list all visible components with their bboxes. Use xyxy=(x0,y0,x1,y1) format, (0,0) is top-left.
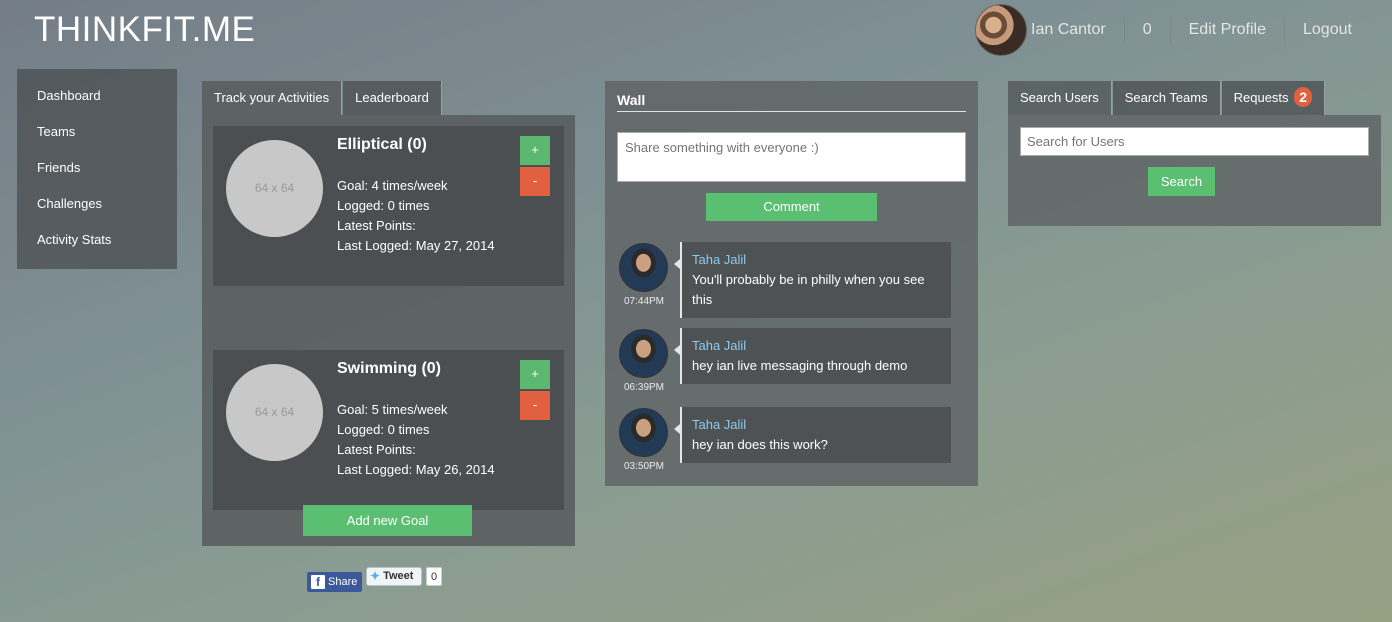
post-time: 03:50PM xyxy=(623,461,665,472)
decrement-button[interactable]: - xyxy=(520,391,550,420)
post-text: hey ian does this work? xyxy=(692,437,828,452)
brand-logo[interactable]: THINKFIT.ME xyxy=(34,10,255,50)
activity-image-placeholder: 64 x 64 xyxy=(226,140,323,237)
sidebar-item-friends[interactable]: Friends xyxy=(17,159,177,195)
activity-panel: Track your Activities Leaderboard 64 x 6… xyxy=(202,81,575,546)
share-label: Share xyxy=(328,576,358,588)
post-text: hey ian live messaging through demo xyxy=(692,358,908,373)
increment-button[interactable]: + xyxy=(520,136,550,165)
sidebar-item-teams[interactable]: Teams xyxy=(17,123,177,159)
increment-button[interactable]: + xyxy=(520,360,550,389)
activity-image-placeholder: 64 x 64 xyxy=(226,364,323,461)
post-text: You'll probably be in philly when you se… xyxy=(692,272,925,307)
activity-card-elliptical: 64 x 64 Elliptical (0) Goal: 4 times/wee… xyxy=(213,126,564,286)
sidebar-item-activity-stats[interactable]: Activity Stats xyxy=(17,231,177,267)
comment-button[interactable]: Comment xyxy=(706,193,877,221)
post-avatar[interactable] xyxy=(619,329,668,378)
tab-requests[interactable]: Requests 2 xyxy=(1221,81,1326,115)
activity-latest-points: Latest Points: xyxy=(337,442,416,457)
wall-panel: Wall Comment 07:44PM Taha Jalil You'll p… xyxy=(605,81,978,486)
wall-post: Taha Jalil hey ian live messaging throug… xyxy=(674,328,951,384)
tab-search-users[interactable]: Search Users xyxy=(1008,81,1112,115)
edit-profile-link[interactable]: Edit Profile xyxy=(1171,17,1285,43)
sidebar-item-challenges[interactable]: Challenges xyxy=(17,195,177,231)
search-panel: Search Users Search Teams Requests 2 Sea… xyxy=(1008,81,1381,226)
post-avatar[interactable] xyxy=(619,408,668,457)
post-author-link[interactable]: Taha Jalil xyxy=(692,336,941,356)
tweet-button[interactable]: ✦ Tweet xyxy=(366,567,422,586)
activity-last-logged: Last Logged: May 26, 2014 xyxy=(337,462,495,477)
top-nav: Ian Cantor 0 Edit Profile Logout xyxy=(975,0,1370,60)
twitter-bird-icon: ✦ xyxy=(370,569,381,583)
tab-track-activities[interactable]: Track your Activities xyxy=(202,81,343,115)
wall-post-input[interactable] xyxy=(617,132,966,182)
activity-logged: Logged: 0 times xyxy=(337,198,430,213)
post-time: 06:39PM xyxy=(623,382,665,393)
activity-title: Elliptical (0) xyxy=(337,136,427,153)
user-avatar[interactable] xyxy=(975,4,1027,56)
add-goal-button[interactable]: Add new Goal xyxy=(303,505,472,536)
wall-post: Taha Jalil You'll probably be in philly … xyxy=(674,242,951,318)
activity-goal: Goal: 4 times/week xyxy=(337,178,448,193)
decrement-button[interactable]: - xyxy=(520,167,550,196)
post-author-link[interactable]: Taha Jalil xyxy=(692,250,941,270)
search-tabs: Search Users Search Teams Requests 2 xyxy=(1008,81,1381,115)
wall-post: Taha Jalil hey ian does this work? xyxy=(674,407,951,463)
logout-link[interactable]: Logout xyxy=(1285,17,1370,43)
tweet-count: 0 xyxy=(426,567,442,586)
search-users-input[interactable] xyxy=(1020,127,1369,156)
tab-requests-label: Requests xyxy=(1233,90,1289,105)
activity-body: 64 x 64 Elliptical (0) Goal: 4 times/wee… xyxy=(202,115,575,546)
activity-logged: Logged: 0 times xyxy=(337,422,430,437)
sidebar: Dashboard Teams Friends Challenges Activ… xyxy=(17,69,177,269)
notification-count-link[interactable]: 0 xyxy=(1125,17,1171,43)
sidebar-item-dashboard[interactable]: Dashboard xyxy=(17,87,177,123)
activity-last-logged: Last Logged: May 27, 2014 xyxy=(337,238,495,253)
activity-latest-points: Latest Points: xyxy=(337,218,416,233)
tweet-label: Tweet xyxy=(383,570,414,582)
activity-goal: Goal: 5 times/week xyxy=(337,402,448,417)
activity-title: Swimming (0) xyxy=(337,360,442,377)
post-time: 07:44PM xyxy=(623,296,665,307)
wall-title: Wall xyxy=(617,92,966,112)
tab-search-teams[interactable]: Search Teams xyxy=(1112,81,1221,115)
user-name-link[interactable]: Ian Cantor xyxy=(1027,17,1125,43)
requests-badge: 2 xyxy=(1294,87,1313,107)
search-body: Search xyxy=(1008,115,1381,226)
facebook-icon: f xyxy=(311,575,325,589)
activity-tabs: Track your Activities Leaderboard xyxy=(202,81,575,115)
search-button[interactable]: Search xyxy=(1148,167,1215,196)
tab-leaderboard[interactable]: Leaderboard xyxy=(343,81,442,115)
post-author-link[interactable]: Taha Jalil xyxy=(692,415,941,435)
activity-card-swimming: 64 x 64 Swimming (0) Goal: 5 times/week … xyxy=(213,350,564,510)
facebook-share-button[interactable]: f Share xyxy=(307,572,362,592)
post-avatar[interactable] xyxy=(619,243,668,292)
